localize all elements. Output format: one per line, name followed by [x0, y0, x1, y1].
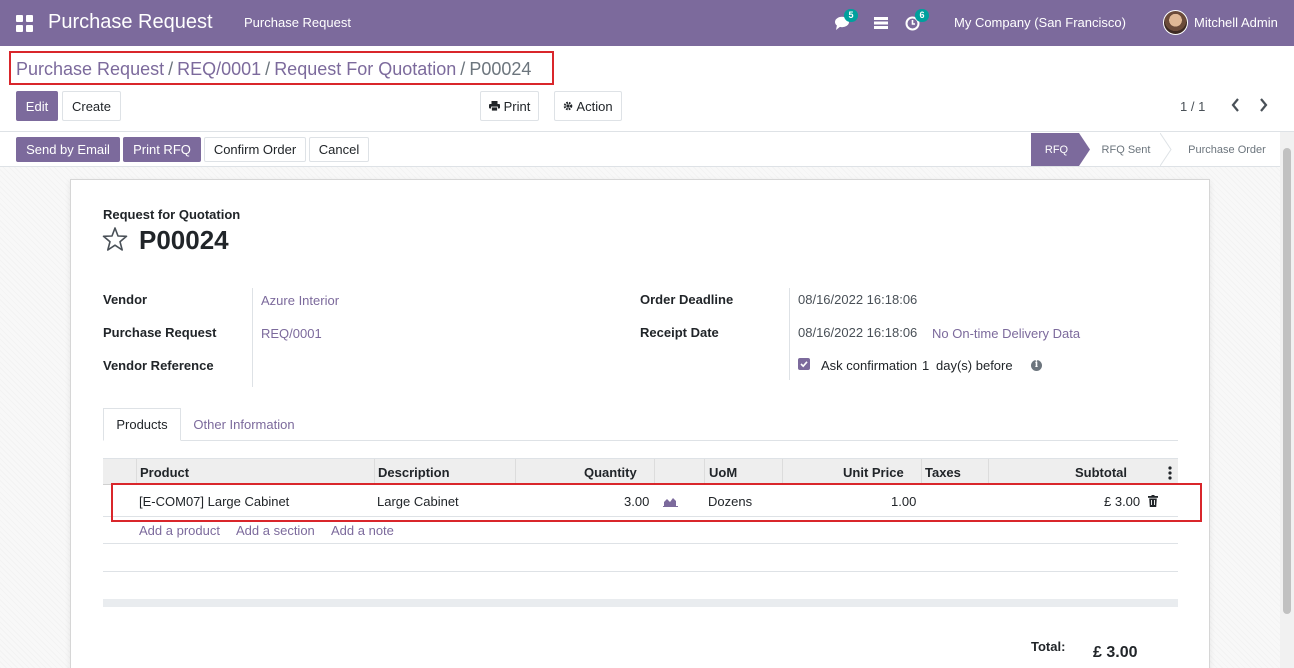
- chevron-left-icon[interactable]: [1229, 96, 1243, 114]
- empty-row: [103, 544, 1178, 572]
- cancel-button[interactable]: Cancel: [309, 137, 369, 162]
- total-label: Total:: [1031, 639, 1066, 654]
- user-avatar[interactable]: [1163, 10, 1188, 35]
- create-button[interactable]: Create: [62, 91, 121, 121]
- add-product-link[interactable]: Add a product: [139, 523, 220, 538]
- breadcrumb-separator: /: [168, 59, 174, 79]
- company-switcher[interactable]: My Company (San Francisco): [954, 15, 1126, 30]
- receipt-date-label: Receipt Date: [640, 325, 719, 340]
- ask-confirmation-checkbox[interactable]: [798, 358, 810, 370]
- add-line-row: Add a product Add a section Add a note: [103, 517, 1178, 544]
- print-rfq-button[interactable]: Print RFQ: [123, 137, 201, 162]
- control-panel: Purchase Request / REQ/0001/Request For Qu…: [0, 46, 1294, 132]
- activities-button[interactable]: 6: [905, 9, 929, 32]
- column-quantity[interactable]: Quantity: [584, 465, 637, 480]
- purchase-request-field[interactable]: REQ/0001: [261, 326, 322, 341]
- star-icon[interactable]: [102, 226, 128, 252]
- edit-button[interactable]: Edit: [16, 91, 58, 121]
- vendor-reference-label: Vendor Reference: [103, 358, 214, 373]
- scrollbar-thumb[interactable]: [1283, 148, 1291, 614]
- breadcrumb-separator: /: [265, 59, 271, 79]
- stage-rfq: RFQ: [1031, 133, 1090, 166]
- stage-rfq-sent: RFQ Sent: [1101, 143, 1151, 156]
- form-sheet: Request for Quotation P00024 Vendor Azur…: [70, 179, 1210, 668]
- column-subtotal[interactable]: Subtotal: [1075, 465, 1127, 480]
- tab-products[interactable]: Products: [103, 408, 181, 441]
- action-label: Action: [576, 98, 613, 114]
- ask-confirmation-label: Ask confirmation: [821, 358, 918, 373]
- column-product[interactable]: Product: [140, 465, 189, 480]
- gear-icon: [564, 101, 573, 111]
- chevron-right-icon[interactable]: [1256, 96, 1270, 114]
- messages-button[interactable]: 5: [834, 9, 858, 32]
- stage-separator: [1160, 133, 1172, 166]
- column-divider: [782, 459, 783, 485]
- breadcrumb-separator: /: [460, 59, 466, 79]
- scrollbar[interactable]: [1280, 132, 1294, 668]
- optional-columns-icon[interactable]: [1167, 466, 1173, 480]
- info-icon[interactable]: i: [1031, 360, 1042, 371]
- column-divider: [136, 459, 137, 485]
- breadcrumb-item-req[interactable]: REQ/0001: [177, 59, 261, 79]
- column-divider: [921, 459, 922, 485]
- app-name[interactable]: Purchase Request: [48, 11, 213, 34]
- document-title: P00024: [139, 225, 229, 255]
- list-icon: [874, 17, 888, 29]
- order-lines-header: Product Description Quantity UoM Unit Pr…: [103, 458, 1178, 485]
- receipt-date-field[interactable]: 08/16/2022 16:18:06: [798, 325, 917, 340]
- ask-confirmation-suffix: day(s) before: [936, 358, 1013, 373]
- messages-badge: 5: [844, 9, 858, 22]
- add-note-link[interactable]: Add a note: [331, 523, 394, 538]
- print-label: Print: [503, 98, 531, 114]
- table-footer: [103, 599, 1178, 607]
- order-deadline-label: Order Deadline: [640, 292, 734, 307]
- top-navbar: Purchase Request Purchase Request 5 6 My…: [0, 0, 1294, 46]
- on-time-delivery-link[interactable]: No On-time Delivery Data: [932, 326, 1080, 341]
- action-button[interactable]: Action: [554, 91, 622, 121]
- tab-other-information[interactable]: Other Information: [185, 408, 303, 441]
- purchase-request-label: Purchase Request: [103, 325, 217, 340]
- printer-icon: [488, 101, 500, 111]
- breadcrumb-item-purchase-request[interactable]: Purchase Request: [16, 59, 164, 79]
- confirm-order-button[interactable]: Confirm Order: [204, 137, 306, 162]
- document-subtitle: Request for Quotation: [103, 207, 241, 222]
- activity-list-button[interactable]: [874, 14, 890, 32]
- ask-confirmation-days[interactable]: 1: [922, 358, 929, 373]
- add-section-link[interactable]: Add a section: [236, 523, 315, 538]
- column-divider: [515, 459, 516, 485]
- column-unit-price[interactable]: Unit Price: [843, 465, 904, 480]
- print-button[interactable]: Print: [480, 91, 539, 121]
- breadcrumb-item-rfq[interactable]: Request For Quotation: [274, 59, 456, 79]
- total-value: £ 3.00: [1093, 644, 1138, 661]
- stage-purchase-order: Purchase Order: [1188, 143, 1266, 156]
- column-divider: [704, 459, 705, 485]
- status-bar: Send by Email Print RFQ Confirm Order Ca…: [0, 132, 1294, 167]
- vendor-label: Vendor: [103, 292, 148, 307]
- order-deadline-field[interactable]: 08/16/2022 16:18:06: [798, 292, 917, 307]
- column-uom[interactable]: UoM: [709, 465, 737, 480]
- field-divider: [252, 288, 253, 387]
- apps-menu-icon[interactable]: [16, 15, 33, 32]
- field-divider: [789, 288, 790, 380]
- user-menu[interactable]: Mitchell Admin: [1194, 15, 1278, 30]
- column-divider: [374, 459, 375, 485]
- column-description[interactable]: Description: [378, 465, 450, 480]
- send-by-email-button[interactable]: Send by Email: [16, 137, 120, 162]
- check-icon: [800, 361, 808, 368]
- column-divider: [654, 459, 655, 485]
- activities-badge: 6: [915, 9, 929, 22]
- breadcrumb: Purchase Request / REQ/0001/Request For Qu…: [16, 59, 531, 80]
- vendor-field[interactable]: Azure Interior: [261, 293, 339, 308]
- menu-purchase-request[interactable]: Purchase Request: [244, 15, 351, 30]
- column-divider: [988, 459, 989, 485]
- breadcrumb-current: P00024: [469, 59, 532, 79]
- column-taxes[interactable]: Taxes: [925, 465, 961, 480]
- pager-value[interactable]: 1 / 1: [1180, 99, 1205, 114]
